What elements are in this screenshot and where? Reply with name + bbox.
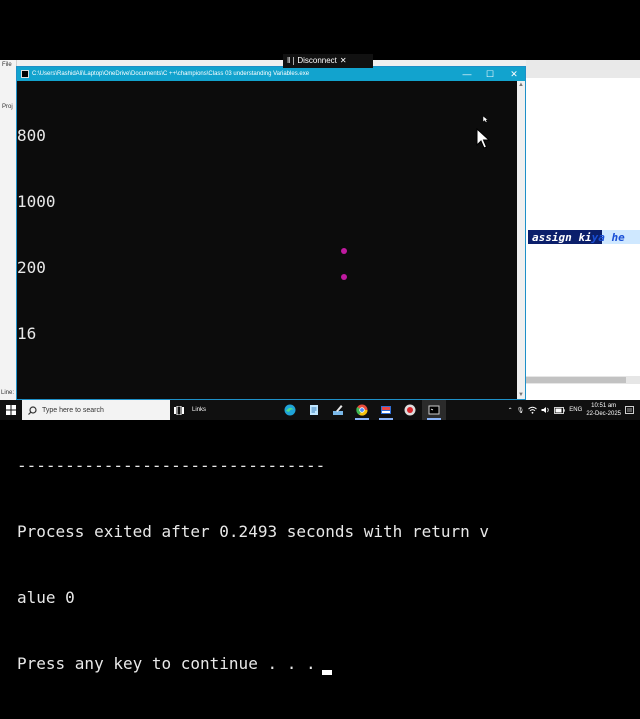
record-icon (404, 404, 416, 416)
output-line: Process exited after 0.2493 seconds with… (17, 522, 490, 541)
language-indicator[interactable]: ENG (569, 407, 582, 413)
rdp-label: Disconnect (297, 56, 337, 65)
scroll-down-arrow-icon[interactable]: ▼ (517, 391, 525, 399)
annotation-dot (341, 248, 347, 254)
ide-status-fragment: Line: (1, 390, 15, 396)
system-tray: ⌃ 🎙 ENG 10:51 am 22-Dec-2025 (508, 402, 640, 418)
ide-left-panel: File Proj Line: (0, 60, 17, 400)
search-icon (28, 405, 37, 415)
close-icon[interactable]: ✕ (340, 54, 347, 68)
ide-menu-fragment[interactable]: File (2, 62, 12, 68)
start-button[interactable] (0, 400, 22, 420)
console-vertical-scrollbar[interactable]: ▲ ▼ (517, 81, 525, 399)
console-title-text: C:\Users\RashidAli\Laptop\OneDrive\Docum… (32, 71, 310, 77)
minimize-button[interactable]: — (455, 67, 479, 81)
console-window[interactable]: C:\Users\RashidAli\Laptop\OneDrive\Docum… (16, 66, 526, 675)
chevron-up-icon[interactable]: ⌃ (508, 407, 513, 414)
output-separator: -------------------------------- (17, 456, 326, 475)
scrollbar-thumb[interactable] (526, 377, 626, 383)
pin-icon[interactable]: ‖ (287, 54, 290, 68)
notepad-icon (310, 405, 318, 415)
chrome-icon (356, 404, 368, 416)
windows-logo-icon (6, 405, 16, 415)
clock-date: 22-Dec-2025 (586, 411, 621, 417)
divider (293, 57, 295, 65)
console-app[interactable] (422, 400, 446, 420)
output-line: alue 0 (17, 588, 75, 607)
close-button[interactable]: ✕ (502, 67, 526, 81)
console-app-icon (21, 70, 29, 78)
edge-icon (284, 404, 296, 416)
output-line: 16 (17, 324, 37, 343)
code-selected-text: assign ki (532, 231, 592, 244)
running-indicator (427, 418, 441, 420)
ide-editor[interactable]: assign kiya he (526, 78, 640, 400)
annotation-dot (341, 274, 347, 280)
microphone-icon[interactable]: 🎙 (517, 407, 525, 414)
battery-icon[interactable] (554, 406, 565, 414)
console-icon (428, 405, 440, 415)
chrome-app[interactable] (350, 400, 374, 420)
console-output: 800 1000 200 16 ------------------------… (17, 81, 519, 675)
code-rest-text: ya he (591, 231, 625, 244)
running-indicator (355, 418, 369, 420)
search-placeholder: Type here to search (42, 406, 104, 414)
pen-icon (333, 405, 343, 415)
clock-time: 10:51 am (591, 403, 617, 409)
output-line: 1000 (17, 192, 56, 211)
code-text: assign kiya he (532, 231, 625, 244)
code-line-highlight: assign kiya he (528, 230, 640, 244)
mouse-pointer-icon (476, 128, 490, 149)
console-title-bar[interactable]: C:\Users\RashidAli\Laptop\OneDrive\Docum… (17, 67, 525, 81)
scroll-up-arrow-icon[interactable]: ▲ (517, 81, 525, 89)
task-view-button[interactable] (170, 400, 188, 420)
edge-app[interactable] (278, 400, 302, 420)
notepad-app[interactable] (302, 400, 326, 420)
text-cursor (321, 670, 332, 675)
pen-app[interactable] (326, 400, 350, 420)
maximize-button[interactable]: ☐ (478, 67, 502, 81)
ide-side-fragment: Proj (2, 104, 13, 110)
running-indicator (379, 418, 393, 420)
prompt-text: Press any key to continue . . . (17, 654, 316, 673)
output-line: 200 (17, 258, 46, 277)
notification-icon[interactable] (625, 405, 634, 415)
output-line: 800 (17, 126, 46, 145)
taskbar: Type here to search Links ⌃ 🎙 ENG 10:51 … (0, 400, 640, 420)
small-cursor-icon (483, 116, 489, 123)
devcpp-icon (381, 406, 391, 414)
recorder-app[interactable] (398, 400, 422, 420)
ide-toolbar (526, 60, 640, 79)
task-view-icon (174, 405, 184, 415)
taskbar-search[interactable]: Type here to search (22, 400, 170, 420)
wifi-icon[interactable] (528, 406, 538, 414)
clock[interactable]: 10:51 am 22-Dec-2025 (586, 402, 621, 418)
volume-icon[interactable] (541, 406, 550, 414)
output-line-with-cursor: Press any key to continue . . . (17, 653, 519, 675)
rdp-connection-bar[interactable]: ‖ Disconnect ✕ (283, 54, 373, 68)
ide-horizontal-scrollbar[interactable] (526, 376, 640, 384)
links-toolbar[interactable]: Links (192, 407, 214, 413)
devcpp-app[interactable] (374, 400, 398, 420)
